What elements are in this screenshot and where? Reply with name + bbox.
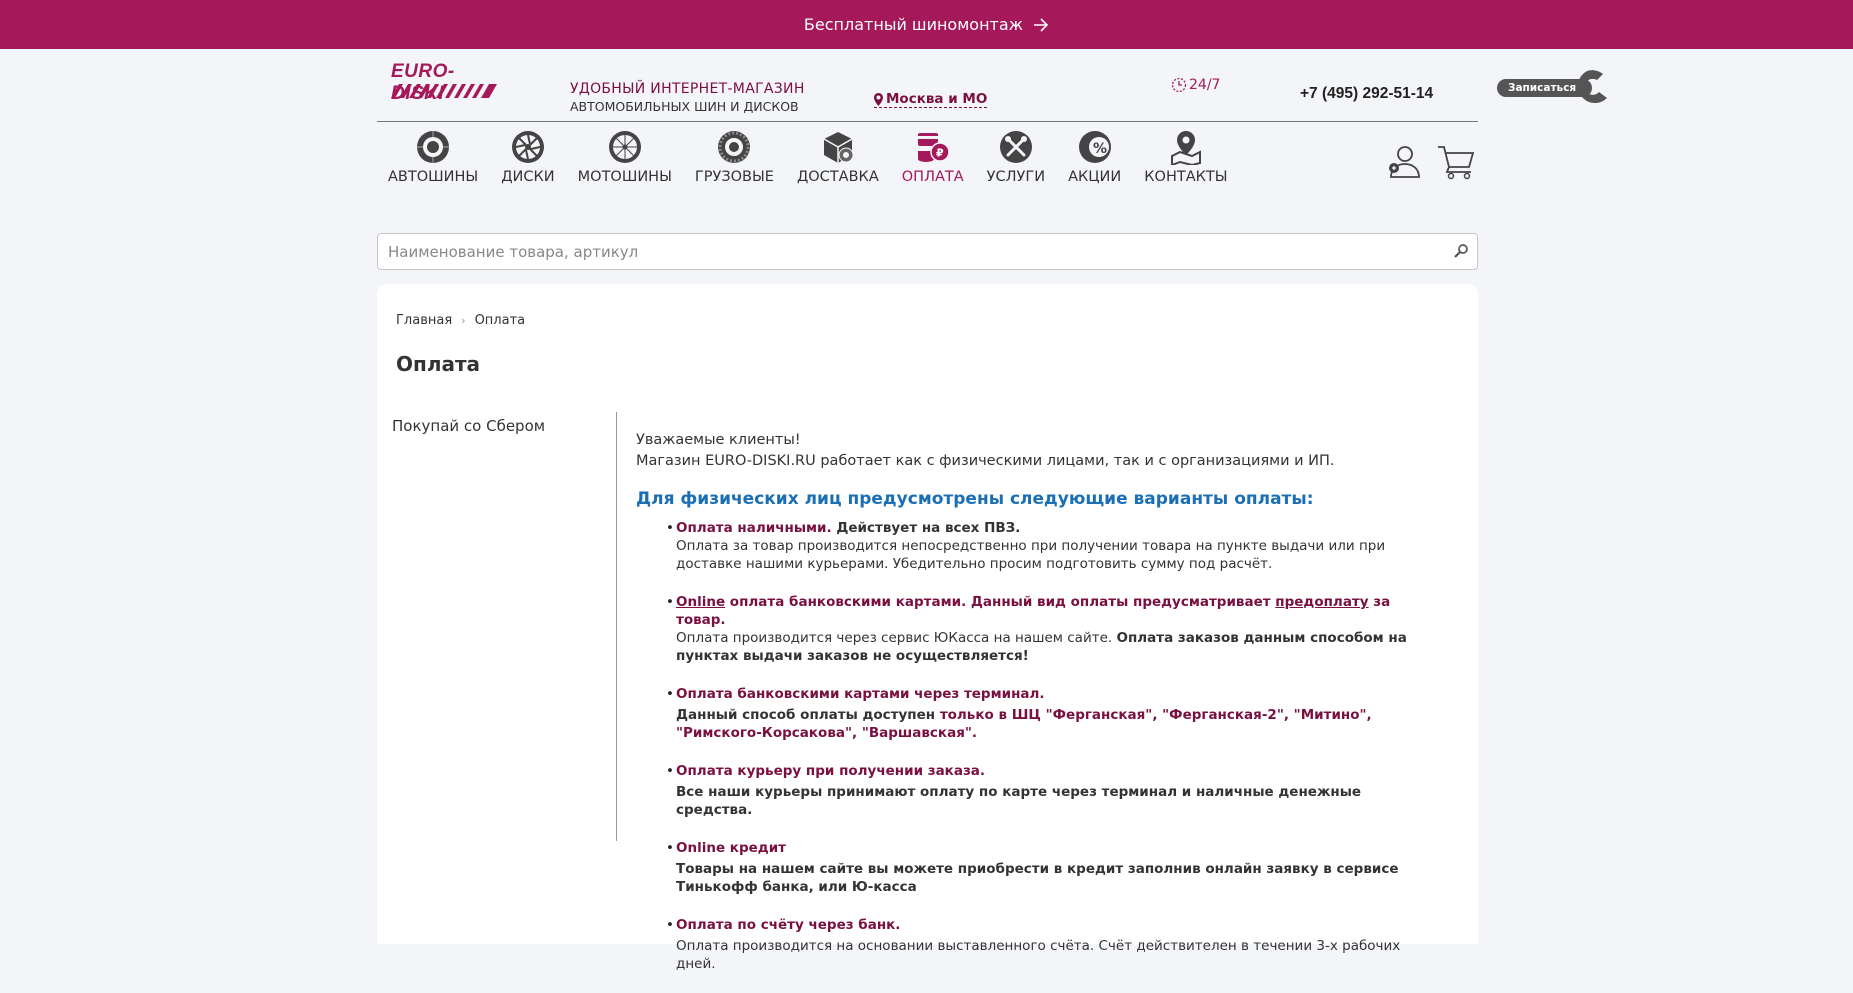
city-selector[interactable]: Москва и МО [874, 91, 988, 108]
logo-stripes-icon [391, 84, 497, 98]
svg-text:%: % [1093, 141, 1107, 157]
search-input[interactable] [378, 234, 1438, 269]
nav-label: АКЦИИ [1068, 169, 1122, 185]
search-icon [1454, 244, 1468, 258]
nav-label: ГРУЗОВЫЕ [694, 169, 774, 185]
option-title: Оплата курьеру при получении заказа. [676, 763, 986, 779]
nav-item-wheels[interactable]: ДИСКИ [501, 129, 555, 185]
option-body: Оплата производится на основании выставл… [676, 938, 1401, 972]
list-item-online-card: Online оплата банковскими картами. Данны… [666, 593, 1436, 665]
nav-label: ОПЛАТА [901, 169, 964, 185]
cart-icon [1438, 146, 1475, 180]
option-body-text: Данный способ оплаты доступен [676, 707, 940, 723]
signup-button[interactable]: Записаться [1497, 69, 1612, 107]
tagline-line-1: УДОБНЫЙ ИНТЕРНЕТ-МАГАЗИН [570, 81, 805, 97]
list-item-courier: Оплата курьеру при получении заказа. Все… [666, 762, 1436, 819]
working-hours: 24/7 [1171, 77, 1220, 93]
nav-item-payment[interactable]: ₽ ОПЛАТА [902, 129, 964, 185]
tagline-line-2: АВТОМОБИЛЬНЫХ ШИН И ДИСКОВ [570, 99, 799, 114]
sidebar-link-sber[interactable]: Покупай со Сбером [392, 417, 545, 435]
individuals-subheading: Для физических лиц предусмотрены следующ… [636, 489, 1314, 509]
nav-item-autotires[interactable]: АВТОШИНЫ [388, 129, 478, 185]
free-tire-fitting-banner[interactable]: Бесплатный шиномонтаж [0, 0, 1853, 49]
logo-text: EURO-DISKI [391, 61, 455, 104]
tire-icon [417, 131, 450, 163]
site-header: EURO-DISKI УДОБНЫЙ ИНТЕРНЕТ-МАГАЗИН АВТО… [377, 49, 1478, 122]
nav-label: МОТОШИНЫ [577, 169, 672, 185]
option-body: Оплата производится через сервис ЮКасса … [676, 629, 1436, 665]
nav-item-services[interactable]: УСЛУГИ [987, 129, 1045, 185]
banner-text: Бесплатный шиномонтаж [803, 15, 1024, 34]
account-button[interactable] [1385, 143, 1421, 183]
cart-button[interactable] [1437, 144, 1475, 184]
nav-item-delivery[interactable]: ДОСТАВКА [797, 129, 879, 185]
site-logo[interactable]: EURO-DISKI [385, 61, 497, 105]
location-pin-icon [874, 92, 883, 106]
truck-tire-icon [718, 131, 751, 163]
list-item-cash: Оплата наличными. Действует на всех ПВЗ.… [666, 519, 1436, 573]
main-nav: АВТОШИНЫ ДИСКИ МОТОШИНЫ ГРУЗОВЫЕ ДОСТАВК… [377, 129, 1251, 185]
option-body-text: Оплата производится через сервис ЮКасса … [676, 630, 1117, 646]
list-item-terminal: Оплата банковскими картами через термина… [666, 685, 1436, 742]
payment-icon: ₽ [917, 133, 950, 162]
option-title: оплата банковскими картами. Данный вид о… [725, 594, 1276, 610]
list-item-credit: Online кредит Товары на нашем сайте вы м… [666, 839, 1436, 896]
delivery-box-icon [823, 132, 854, 163]
breadcrumb-home-link[interactable]: Главная [396, 313, 452, 328]
nav-label: ДОСТАВКА [796, 169, 879, 185]
nav-item-trucks[interactable]: ГРУЗОВЫЕ [695, 129, 774, 185]
chevron-right-icon: › [461, 314, 466, 327]
nav-item-moto[interactable]: МОТОШИНЫ [578, 129, 672, 185]
option-title-extra: Действует на всех ПВЗ. [831, 520, 1021, 536]
prepayment-link[interactable]: предоплату [1275, 594, 1368, 610]
user-icon [1389, 146, 1420, 178]
page-title: Оплата [396, 352, 481, 376]
content-panel: Главная › Оплата Оплата Покупай со Сберо… [377, 284, 1478, 972]
greeting: Уважаемые клиенты! Магазин EURO-DISKI.RU… [636, 430, 1436, 472]
option-title: Online кредит [676, 840, 786, 856]
svg-text:₽: ₽ [936, 147, 944, 160]
search-bar [377, 233, 1478, 270]
option-body: Товары на нашем сайте вы можете приобрес… [676, 861, 1399, 895]
map-pin-icon [1170, 131, 1201, 165]
breadcrumb: Главная › Оплата [396, 313, 525, 328]
arrow-right-icon [1033, 17, 1049, 32]
wrench-icon [1577, 70, 1607, 104]
tools-icon [999, 131, 1032, 163]
list-item-invoice: Оплата по счёту через банк. Оплата произ… [666, 916, 1436, 973]
greeting-line-1: Уважаемые клиенты! [636, 432, 801, 448]
city-label: Москва и МО [886, 91, 988, 107]
clock-icon [1171, 77, 1187, 93]
nav-label: КОНТАКТЫ [1144, 169, 1228, 185]
sale-tire-icon: % [1078, 131, 1111, 163]
vertical-divider [616, 412, 617, 841]
option-title: Оплата по счёту через банк. [676, 917, 901, 933]
search-button[interactable] [1454, 243, 1468, 262]
nav-item-contacts[interactable]: КОНТАКТЫ [1144, 129, 1228, 185]
option-body: Все наши курьеры принимают оплату по кар… [676, 784, 1362, 818]
payment-options-list: Оплата наличными. Действует на всех ПВЗ.… [636, 519, 1436, 973]
nav-item-promotions[interactable]: % АКЦИИ [1068, 129, 1121, 185]
option-body: Данный способ оплаты доступен только в Ш… [676, 706, 1436, 742]
nav-label: УСЛУГИ [986, 169, 1046, 185]
tagline: УДОБНЫЙ ИНТЕРНЕТ-МАГАЗИН АВТОМОБИЛЬНЫХ Ш… [570, 80, 805, 116]
nav-label: ДИСКИ [501, 169, 555, 185]
breadcrumb-current: Оплата [474, 313, 526, 328]
phone-number[interactable]: +7 (495) 292-51-14 [1300, 85, 1433, 103]
nav-label: АВТОШИНЫ [388, 169, 479, 185]
moto-tire-icon [608, 131, 641, 163]
online-link[interactable]: Online [676, 594, 725, 610]
payment-article: Уважаемые клиенты! Магазин EURO-DISKI.RU… [636, 430, 1436, 993]
option-title: Оплата банковскими картами через термина… [676, 686, 1045, 702]
greeting-line-2: Магазин EURO-DISKI.RU работает как с физ… [636, 453, 1335, 469]
option-body: Оплата за товар производится непосредств… [676, 538, 1386, 572]
wheel-rim-icon [511, 131, 544, 163]
option-title: Оплата наличными. [676, 520, 832, 536]
hours-label: 24/7 [1189, 77, 1221, 93]
